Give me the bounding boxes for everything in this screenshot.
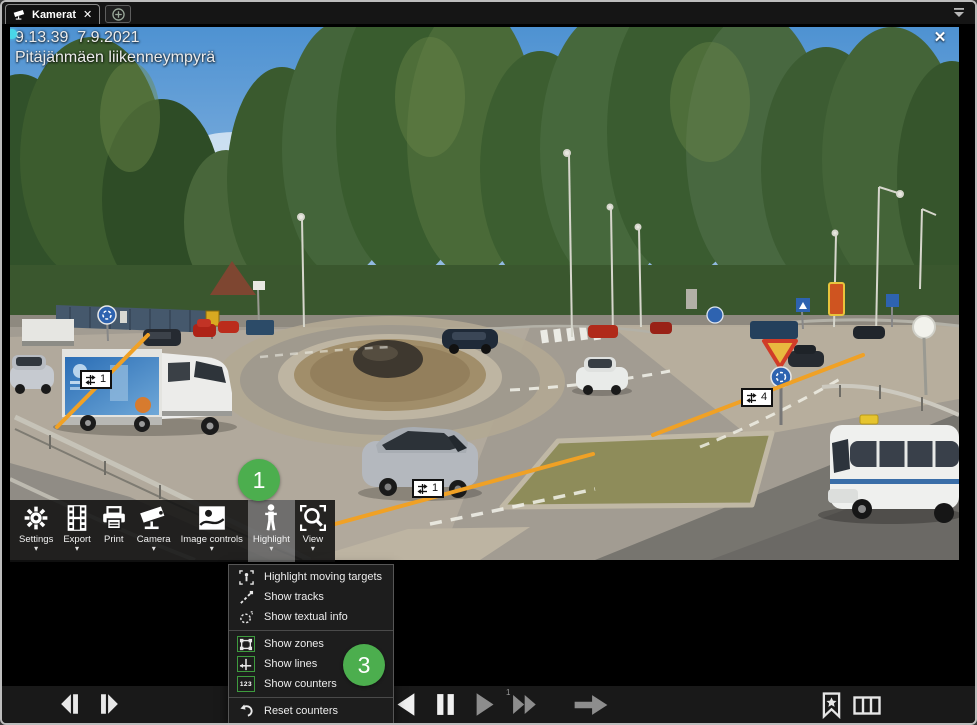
person-icon	[262, 503, 280, 533]
toolbar-button-image-controls[interactable]: Image controls ▾	[176, 500, 248, 562]
filmstrip-icon	[66, 503, 88, 533]
grid-view-button[interactable]	[853, 696, 881, 715]
playback-controls-group: 1	[393, 691, 610, 718]
camera-video-frame[interactable]: 1 1 4 9.13.39 7.9.2021 Pitäjänmäen liike…	[10, 27, 959, 560]
toolbar-button-highlight[interactable]: Highlight ▾	[248, 500, 295, 562]
video-osd: 9.13.39 7.9.2021 Pitäjänmäen liikenneymp…	[15, 29, 215, 67]
toolbar-button-camera[interactable]: Camera ▾	[132, 500, 176, 562]
video-timestamp: 9.13.39 7.9.2021	[15, 29, 215, 47]
menu-item-label: Show lines	[264, 658, 317, 670]
pause-button[interactable]	[433, 691, 458, 718]
counter-value: 1	[432, 481, 438, 496]
video-viewport: 1 1 4 9.13.39 7.9.2021 Pitäjänmäen liike…	[2, 24, 975, 686]
chevron-down-icon: ▾	[34, 545, 38, 554]
counters-123-icon: 123	[237, 676, 255, 692]
line-counter-icon	[745, 392, 758, 404]
roundabout-island	[215, 316, 565, 448]
menu-item-reset-counters[interactable]: Reset counters	[229, 701, 393, 721]
tab-close-icon[interactable]: ✕	[83, 8, 92, 21]
frame-step-group	[59, 691, 120, 717]
zones-icon	[237, 636, 255, 652]
app-window: Kamerat ✕	[0, 0, 977, 725]
lines-icon	[237, 656, 255, 672]
chevron-down-icon: ▾	[152, 545, 156, 554]
previous-frame-button[interactable]	[59, 691, 85, 717]
playback-bar: 1	[2, 686, 975, 723]
toolbar-button-print[interactable]: Print	[96, 500, 132, 562]
plus-circle-icon	[112, 8, 125, 21]
toolbar-button-settings[interactable]: Settings ▾	[14, 500, 58, 562]
camera-name: Pitäjänmäen liikenneympyrä	[15, 49, 215, 67]
callout-badge-1: 1	[238, 459, 280, 501]
tab-bar: Kamerat ✕	[2, 2, 975, 24]
minibus	[818, 415, 959, 524]
traffic-scene	[10, 27, 959, 560]
toolbar-button-label: Print	[104, 534, 124, 545]
menu-item-label: Show zones	[264, 638, 324, 650]
menu-item-label: Show tracks	[264, 591, 324, 603]
tracks-icon	[237, 589, 255, 605]
chevron-down-icon: ▾	[269, 545, 273, 554]
counter-label: 4	[741, 388, 773, 407]
new-tab-button[interactable]	[105, 5, 131, 23]
line-counter-icon	[84, 374, 97, 386]
toolbar-button-export[interactable]: Export ▾	[58, 500, 95, 562]
step-to-next-event-button[interactable]	[572, 693, 610, 717]
camera-icon	[13, 9, 27, 20]
truck	[53, 349, 237, 436]
bookmark-button[interactable]	[821, 691, 842, 719]
menu-item-label: Show counters	[264, 678, 337, 690]
counter-label: 1	[80, 370, 112, 389]
chevron-down-icon: ▾	[210, 545, 214, 554]
menu-item-label: Highlight moving targets	[264, 571, 382, 583]
magnifier-brackets-icon	[300, 503, 326, 533]
menu-item-show-textual-info[interactable]: Show textual info	[229, 607, 393, 627]
menu-item-show-tracks[interactable]: Show tracks	[229, 587, 393, 607]
chevron-down-icon: ▾	[311, 545, 315, 554]
menu-item-label: Reset counters	[264, 705, 338, 717]
callout-badge-3: 3	[343, 644, 385, 686]
printer-icon	[101, 503, 127, 533]
tab-list-dropdown-icon[interactable]	[953, 6, 965, 18]
playback-speed-label: 1	[506, 688, 510, 697]
camera-icon	[139, 503, 169, 533]
counter-value: 4	[761, 390, 767, 405]
next-frame-button[interactable]	[94, 691, 120, 717]
tab-kamerat[interactable]: Kamerat ✕	[5, 4, 100, 24]
close-video-button[interactable]: ✕	[931, 29, 949, 47]
menu-separator	[229, 697, 393, 698]
menu-item-label: Show textual info	[264, 611, 348, 623]
play-forward-button[interactable]	[471, 691, 498, 718]
toolbar-button-view[interactable]: View ▾	[295, 500, 331, 562]
play-backward-button[interactable]	[393, 691, 420, 718]
bottom-right-tools-group	[821, 691, 881, 719]
counter-value: 1	[100, 372, 106, 387]
chevron-down-icon: ▾	[75, 545, 79, 554]
textual-info-icon	[237, 609, 255, 625]
counter-label: 1	[412, 479, 444, 498]
highlight-targets-icon	[237, 569, 255, 585]
undo-arrow-icon	[237, 703, 255, 719]
line-counter-icon	[416, 483, 429, 495]
menu-item-highlight-moving-targets[interactable]: Highlight moving targets	[229, 567, 393, 587]
menu-separator	[229, 630, 393, 631]
image-icon	[198, 503, 226, 533]
fast-forward-button[interactable]: 1	[511, 692, 551, 717]
tab-label: Kamerat	[32, 9, 76, 21]
gear-icon	[23, 503, 49, 533]
video-toolbar: Settings ▾ Export ▾ Print	[10, 500, 335, 562]
